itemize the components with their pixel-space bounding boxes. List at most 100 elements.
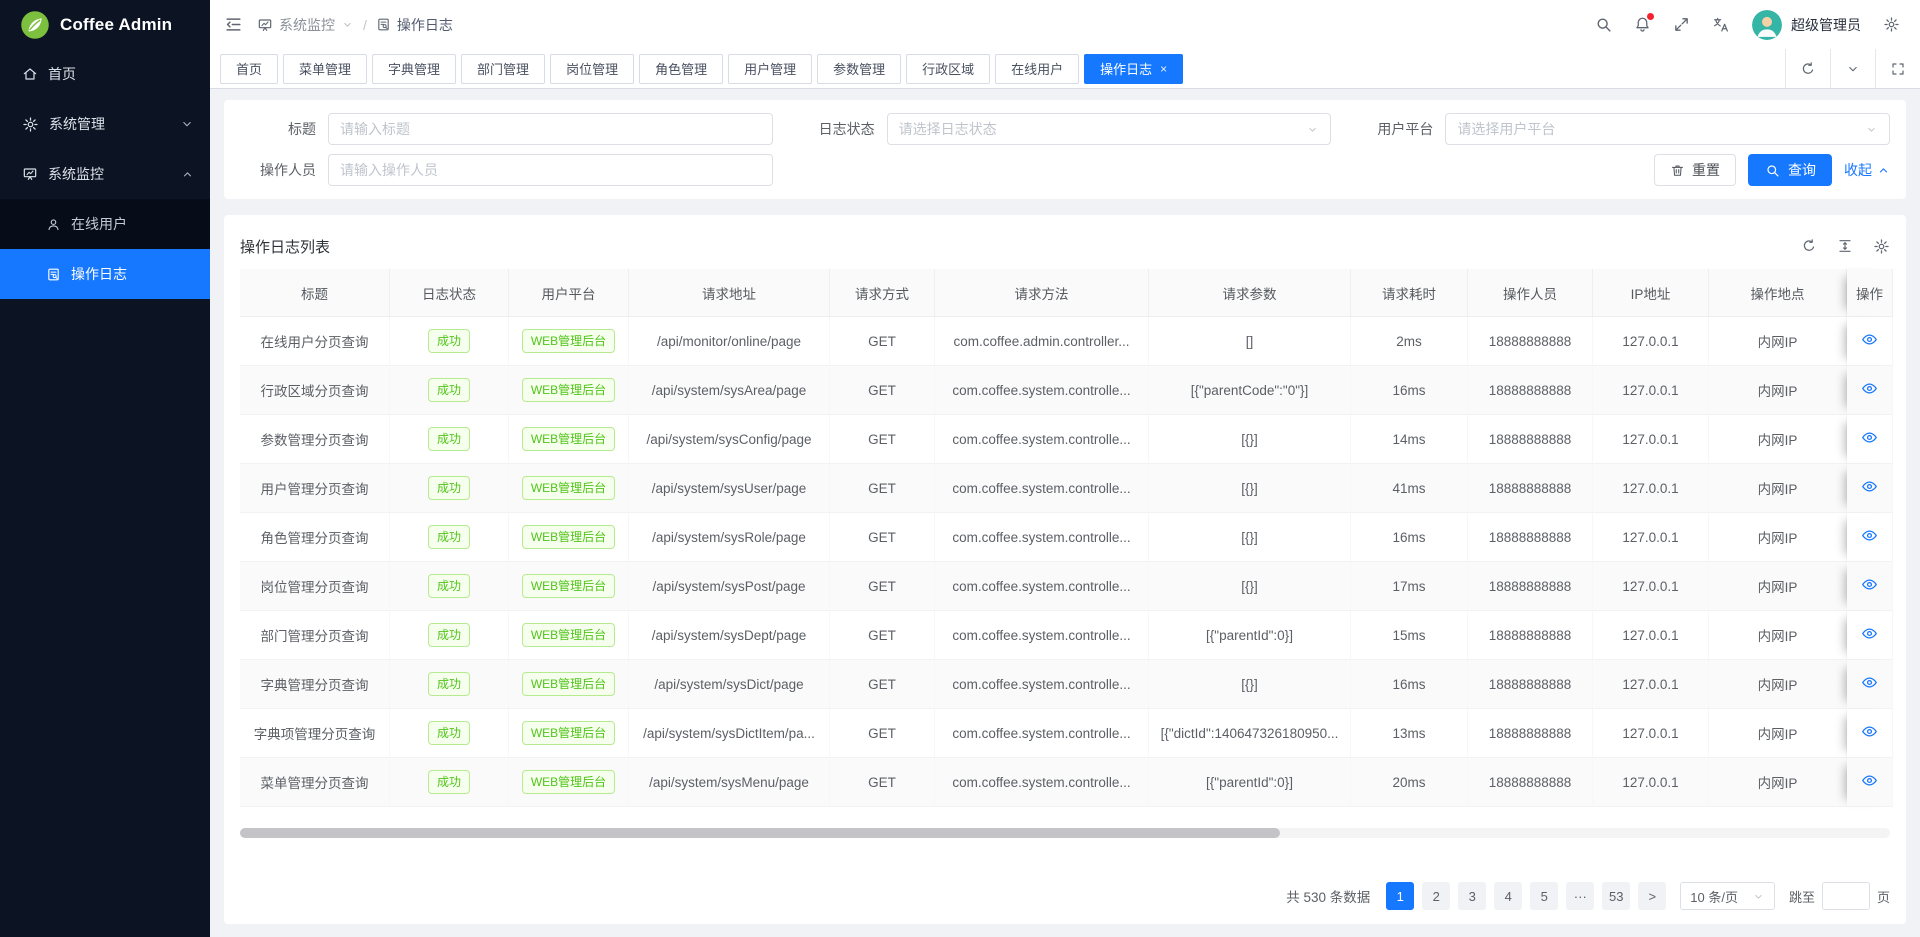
breadcrumb-item-monitor[interactable]: 系统监控 [257,15,354,35]
title-input[interactable] [340,121,761,137]
column-header: 操作 [1847,269,1893,317]
cell-handler: com.coffee.system.controlle... [935,513,1149,562]
user-menu[interactable]: 超级管理员 [1752,10,1861,40]
tab-菜单管理[interactable]: 菜单管理 [283,54,367,84]
reset-button[interactable]: 重置 [1654,154,1736,186]
tab-部门管理[interactable]: 部门管理 [461,54,545,84]
cell-platform: WEB管理后台 [509,611,629,660]
cell-method: GET [830,562,935,611]
sidebar-item-system-management[interactable]: 系统管理 [0,99,210,149]
settings-gear-icon[interactable] [1883,16,1900,33]
search-button-label: 查询 [1788,160,1816,180]
tab-label: 部门管理 [477,59,529,78]
view-detail-button[interactable] [1861,674,1878,691]
status-select[interactable]: 请选择日志状态 [887,113,1332,145]
view-detail-button[interactable] [1861,625,1878,642]
cell-ip: 127.0.0.1 [1593,660,1709,709]
view-detail-button[interactable] [1861,723,1878,740]
table-body: 在线用户分页查询成功WEB管理后台/api/monitor/online/pag… [240,317,1893,807]
page-button-1[interactable]: 1 [1386,882,1414,910]
refresh-icon[interactable] [1801,238,1817,255]
cell-path: /api/system/sysUser/page [629,464,830,513]
tab-首页[interactable]: 首页 [220,54,278,84]
tab-用户管理[interactable]: 用户管理 [728,54,812,84]
tab-参数管理[interactable]: 参数管理 [817,54,901,84]
cell-location: 内网IP [1709,513,1847,562]
table-title: 操作日志列表 [240,236,330,257]
view-detail-button[interactable] [1861,429,1878,446]
cell-handler: com.coffee.system.controlle... [935,611,1149,660]
cell-location: 内网IP [1709,611,1847,660]
notification-dot [1647,13,1654,20]
horizontal-scrollbar[interactable] [240,828,1890,838]
sidebar-item-home[interactable]: 首页 [0,49,210,99]
sidebar-item-label: 在线用户 [71,214,127,234]
status-badge: 成功 [428,623,470,648]
page-button-4[interactable]: 4 [1494,882,1522,910]
cell-actions [1847,562,1893,611]
cell-duration: 20ms [1351,758,1468,807]
page-button-53[interactable]: 53 [1602,882,1630,910]
fullscreen-icon[interactable] [1673,16,1690,33]
view-detail-button[interactable] [1861,380,1878,397]
tab-操作日志[interactable]: 操作日志× [1084,54,1183,84]
tab-label: 首页 [236,59,262,78]
view-detail-button[interactable] [1861,527,1878,544]
cell-operator: 18888888888 [1468,562,1593,611]
cell-handler: com.coffee.system.controlle... [935,562,1149,611]
tab-字典管理[interactable]: 字典管理 [372,54,456,84]
scrollbar-thumb[interactable] [240,828,1280,838]
operator-input[interactable] [340,162,761,178]
view-detail-button[interactable] [1861,331,1878,348]
jump-prefix-label: 跳至 [1789,887,1815,906]
cell-actions [1847,611,1893,660]
search-icon[interactable] [1595,16,1612,33]
tab-岗位管理[interactable]: 岗位管理 [550,54,634,84]
cell-status: 成功 [390,317,509,366]
sidebar-item-online-users[interactable]: 在线用户 [0,199,210,249]
sidebar-item-system-monitor[interactable]: 系统监控 [0,149,210,199]
translate-icon[interactable] [1712,16,1730,34]
jump-page-input[interactable] [1822,882,1870,910]
column-settings-icon[interactable] [1873,238,1890,255]
cell-path: /api/system/sysPost/page [629,562,830,611]
platform-select[interactable]: 请选择用户平台 [1445,113,1890,145]
status-badge: 成功 [428,476,470,501]
close-icon[interactable]: × [1160,63,1167,75]
view-detail-button[interactable] [1861,772,1878,789]
view-detail-button[interactable] [1861,478,1878,495]
jump-suffix-label: 页 [1877,887,1890,906]
page-button-3[interactable]: 3 [1458,882,1486,910]
sidebar-item-operation-log[interactable]: 操作日志 [0,249,210,299]
leaf-logo-icon [20,10,50,40]
cell-path: /api/system/sysRole/page [629,513,830,562]
notification-bell-icon[interactable] [1634,16,1651,33]
cell-status: 成功 [390,758,509,807]
collapse-filters-link[interactable]: 收起 [1844,160,1890,180]
cell-status: 成功 [390,464,509,513]
cell-ip: 127.0.0.1 [1593,464,1709,513]
page-button-2[interactable]: 2 [1422,882,1450,910]
breadcrumb: 系统监控 / 操作日志 [257,15,453,35]
view-detail-button[interactable] [1861,576,1878,593]
page-button-5[interactable]: 5 [1530,882,1558,910]
sidebar-collapse-icon[interactable] [224,15,243,34]
row-height-icon[interactable] [1837,238,1853,255]
tab-在线用户[interactable]: 在线用户 [995,54,1079,84]
cell-handler: com.coffee.system.controlle... [935,464,1149,513]
tab-行政区域[interactable]: 行政区域 [906,54,990,84]
home-icon [22,66,38,82]
tab-more-chevron-icon[interactable] [1830,49,1875,88]
cell-method: GET [830,513,935,562]
cell-status: 成功 [390,611,509,660]
tab-refresh-icon[interactable] [1785,49,1830,88]
search-button[interactable]: 查询 [1748,154,1832,186]
cell-ip: 127.0.0.1 [1593,513,1709,562]
next-page-button[interactable]: > [1638,882,1666,910]
column-header: IP地址 [1593,269,1709,317]
tabs-container: 首页 菜单管理字典管理 部门管理 岗位管理角色管理用户管理参数管理行政区域在线用户操作… [220,54,1183,84]
platform-badge: WEB管理后台 [522,476,615,501]
tab-角色管理[interactable]: 角色管理 [639,54,723,84]
page-size-select[interactable]: 10 条/页 [1680,882,1775,910]
tab-maximize-icon[interactable] [1875,49,1920,88]
